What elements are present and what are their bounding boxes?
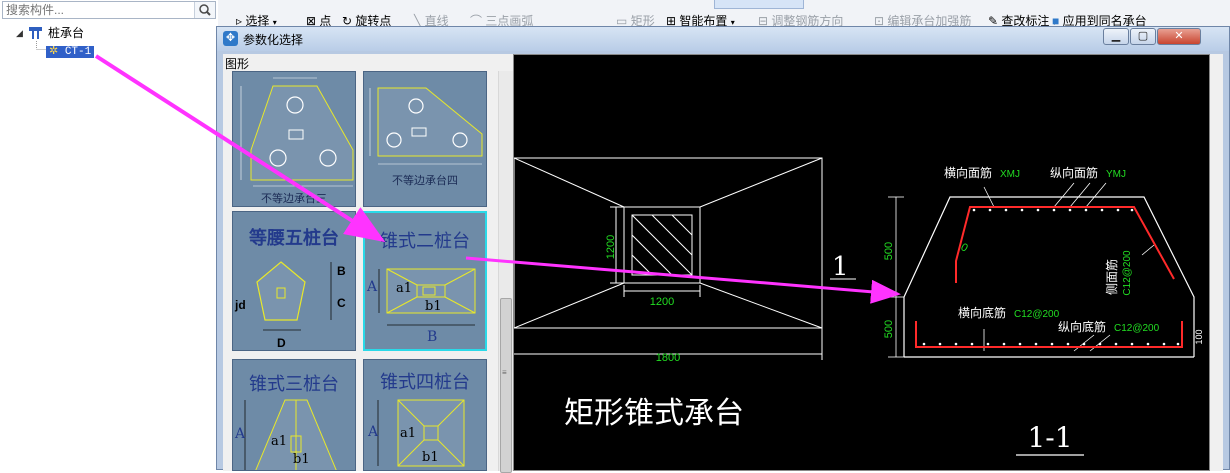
dim-1200-horizontal: 1200 [650, 296, 674, 308]
dim-label-d: D [277, 336, 286, 350]
maximize-button[interactable]: ▢ [1130, 28, 1156, 45]
dim-label-c: C [337, 296, 346, 310]
collapse-arrow-icon[interactable]: ◢ [16, 25, 23, 41]
dim-label-a1: a1 [271, 434, 288, 449]
label-side-spec: C12@200 [1122, 250, 1133, 296]
dim-label-b1: b1 [425, 299, 442, 314]
section-mark: 1 [832, 252, 849, 282]
plan-view [514, 157, 856, 360]
cone-2-pile-drawing [378, 268, 476, 326]
shape-thumb-cone-3-pile[interactable]: 锥式三桩台 A a1 b1 [232, 359, 356, 471]
gear-icon: ✲ [49, 46, 59, 58]
label-bottom-longitudinal-spec: C12@200 [1114, 323, 1160, 334]
dim-label-a1: a1 [396, 281, 413, 296]
dim-label-jd: jd [235, 298, 246, 312]
label-side: 侧面筋 [1104, 259, 1119, 295]
dim-500-top: 500 [883, 242, 895, 260]
scrollbar-grip-icon: ≡ [502, 368, 507, 377]
label-bottom-transverse: 横向底筋 [958, 305, 1006, 320]
dim-500-bottom: 500 [883, 320, 895, 338]
dialog-client: 图形 不等边承台三 不等边承台四 等腰五桩台 B C jd D 锥式二桩台 A … [223, 54, 1223, 473]
component-panel: ◢ 桩承台 ✲ CT-1 [0, 0, 219, 470]
minimize-button[interactable]: ▁ [1103, 28, 1129, 45]
shape-thumb-unequal-cap-4[interactable]: 不等边承台四 [363, 71, 487, 207]
dim-label-b1: b1 [422, 450, 439, 465]
drawing-main-title: 矩形锥式承台 [564, 396, 744, 431]
minimize-icon: ▁ [1111, 30, 1121, 42]
dim-label-a: A [235, 426, 246, 442]
dim-label-a1: a1 [400, 426, 417, 441]
search-input[interactable] [6, 2, 186, 18]
dialog-title: 参数化选择 [243, 33, 304, 47]
label-top-transverse: 横向面筋 [944, 165, 992, 180]
dim-label-b1: b1 [293, 452, 310, 467]
dim-label-b: B [427, 329, 438, 345]
dim-label-a: A [367, 279, 378, 295]
shape-thumb-unequal-cap-3[interactable]: 不等边承台三 [232, 71, 356, 207]
label-bottom-transverse-spec: C12@200 [1014, 309, 1060, 320]
unequal-cap-3-drawing [240, 77, 354, 187]
tree-node-ct1-label: CT-1 [64, 46, 92, 58]
label-top-longitudinal-code: YMJ [1106, 169, 1126, 180]
dim-1200-vertical: 1200 [605, 235, 617, 259]
section-title: 1-1 [1027, 421, 1072, 454]
cad-drawing: 1200 1200 1800 1 矩形锥式承台 500 500 0 横向面筋 X… [514, 157, 1204, 456]
search-box [2, 1, 216, 19]
label-bottom-longitudinal: 纵向底筋 [1058, 319, 1106, 334]
ribbon-tab-highlight[interactable] [714, 0, 804, 9]
dim-label-b: B [337, 264, 346, 278]
pile-cap-icon [29, 27, 42, 39]
label-top-longitudinal: 纵向面筋 [1050, 165, 1098, 180]
shape-thumbnail-list: 不等边承台三 不等边承台四 等腰五桩台 B C jd D 锥式二桩台 A a1 … [226, 71, 498, 471]
edge-dim: 100 [1194, 329, 1204, 344]
shape-thumb-caption: 不等边承台四 [392, 175, 458, 187]
app-icon: ✥ [223, 31, 238, 46]
shape-group-label: 图形 [225, 57, 250, 71]
close-icon: ✕ [1174, 30, 1184, 42]
thumbnail-scrollbar[interactable]: ≡ [498, 71, 513, 473]
label-top-transverse-code: XMJ [1000, 169, 1020, 180]
shape-thumb-cone-4-pile[interactable]: 锥式四桩台 A a1 b1 [363, 359, 487, 471]
shape-thumb-caption: 不等边承台三 [261, 193, 327, 205]
parametric-select-dialog: ✥ 参数化选择 ▁ ▢ ✕ 图形 不等边承台三 不等边承台四 等腰五桩台 B C… [216, 26, 1230, 473]
dim-1800: 1800 [656, 352, 680, 364]
maximize-icon: ▢ [1137, 30, 1149, 42]
cad-preview: 1200 1200 1800 1 矩形锥式承台 500 500 0 横向面筋 X… [513, 54, 1210, 471]
shape-thumb-cone-2-pile[interactable]: 锥式二桩台 A a1 b1 B [363, 211, 487, 351]
shape-thumb-isosceles-5-pile[interactable]: 等腰五桩台 B C jd D [232, 211, 356, 351]
tree-node-ct1-selected[interactable]: ✲ CT-1 [46, 46, 95, 58]
dialog-titlebar[interactable]: ✥ 参数化选择 ▁ ▢ ✕ [217, 27, 1229, 51]
tree-node-root-label: 桩承台 [48, 26, 85, 40]
isosceles-5-pile-drawing [256, 261, 332, 331]
close-button[interactable]: ✕ [1157, 28, 1201, 45]
tree-node-ct1[interactable]: ✲ CT-1 [46, 42, 95, 58]
search-button[interactable] [194, 2, 215, 18]
search-icon [199, 4, 211, 16]
dim-label-a: A [368, 424, 379, 440]
scrollbar-thumb[interactable] [500, 298, 512, 473]
